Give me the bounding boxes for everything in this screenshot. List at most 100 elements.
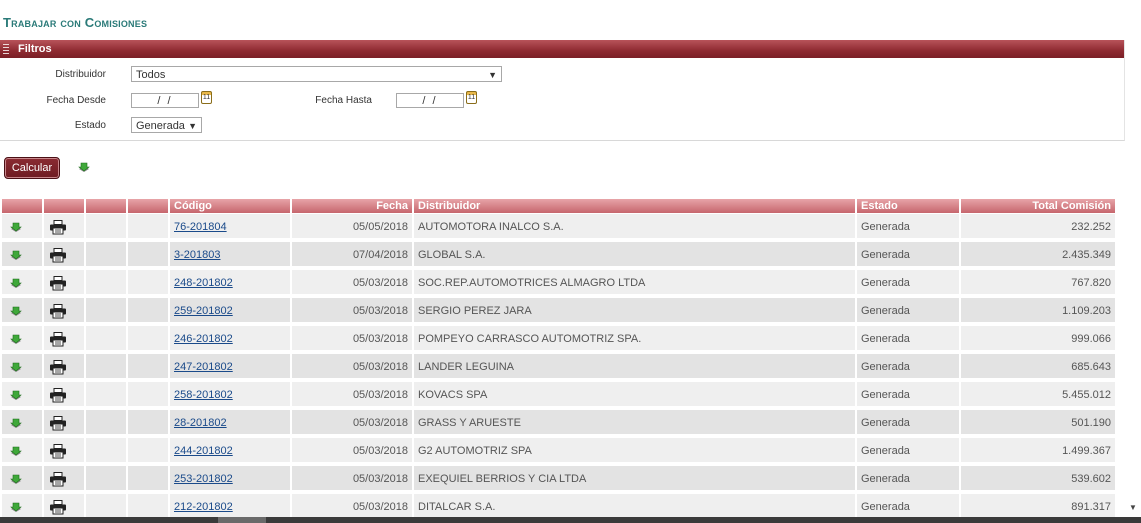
header-total-comision[interactable]: Total Comisión xyxy=(961,199,1117,213)
scroll-down-icon[interactable]: ▼ xyxy=(1129,503,1137,512)
print-cell xyxy=(44,382,86,408)
export-cell xyxy=(2,410,44,436)
header-codigo[interactable]: Código xyxy=(170,199,292,213)
codigo-link[interactable]: 246-201802 xyxy=(174,333,233,345)
calcular-button[interactable]: Calcular xyxy=(4,157,60,179)
estado-label: Estado xyxy=(74,120,106,131)
codigo-cell: 248-201802 xyxy=(170,270,292,296)
codigo-link[interactable]: 212-201802 xyxy=(174,501,233,513)
excel-export-icon[interactable] xyxy=(9,500,23,514)
total-comision-cell: 501.190 xyxy=(961,410,1117,436)
excel-export-icon[interactable] xyxy=(9,220,23,234)
empty-cell xyxy=(86,214,128,240)
export-cell xyxy=(2,298,44,324)
estado-cell: Generada xyxy=(857,298,961,324)
codigo-link[interactable]: 3-201803 xyxy=(174,249,221,261)
codigo-link[interactable]: 76-201804 xyxy=(174,221,227,233)
print-cell xyxy=(44,466,86,492)
estado-cell: Generada xyxy=(857,354,961,380)
total-comision-cell: 1.499.367 xyxy=(961,438,1117,464)
empty-cell xyxy=(86,466,128,492)
printer-icon[interactable] xyxy=(49,416,67,431)
print-cell xyxy=(44,438,86,464)
scrollbar-thumb[interactable] xyxy=(218,517,266,523)
printer-icon[interactable] xyxy=(49,472,67,487)
printer-icon[interactable] xyxy=(49,388,67,403)
total-comision-cell: 2.435.349 xyxy=(961,242,1117,268)
calendar-icon[interactable]: 11 xyxy=(466,91,477,104)
printer-icon[interactable] xyxy=(49,444,67,459)
filter-panel-header[interactable]: Filtros xyxy=(0,40,1124,58)
header-fecha[interactable]: Fecha xyxy=(292,199,414,213)
distribuidor-cell: EXEQUIEL BERRIOS Y CIA LTDA xyxy=(414,466,857,492)
estado-cell: Generada xyxy=(857,270,961,296)
printer-icon[interactable] xyxy=(49,360,67,375)
header-cell xyxy=(44,199,86,213)
export-cell xyxy=(2,270,44,296)
printer-icon[interactable] xyxy=(49,248,67,263)
printer-icon[interactable] xyxy=(49,500,67,515)
estado-cell: Generada xyxy=(857,438,961,464)
estado-select[interactable]: Generada ▼ xyxy=(131,117,202,133)
calendar-icon[interactable]: 11 xyxy=(201,91,212,104)
total-comision-cell: 999.066 xyxy=(961,326,1117,352)
codigo-link[interactable]: 259-201802 xyxy=(174,305,233,317)
table-row: 3-201803 07/04/2018 GLOBAL S.A. Generada 2.4… xyxy=(2,242,1117,270)
total-comision-cell: 232.252 xyxy=(961,214,1117,240)
excel-export-icon[interactable] xyxy=(9,248,23,262)
codigo-link[interactable]: 258-201802 xyxy=(174,389,233,401)
empty-cell xyxy=(128,354,170,380)
codigo-link[interactable]: 253-201802 xyxy=(174,473,233,485)
printer-icon[interactable] xyxy=(49,276,67,291)
fecha-hasta-label: Fecha Hasta xyxy=(315,95,372,106)
printer-icon[interactable] xyxy=(49,220,67,235)
excel-export-icon[interactable] xyxy=(9,416,23,430)
codigo-link[interactable]: 248-201802 xyxy=(174,277,233,289)
codigo-cell: 259-201802 xyxy=(170,298,292,324)
fecha-cell: 05/03/2018 xyxy=(292,270,414,296)
fecha-cell: 05/03/2018 xyxy=(292,382,414,408)
printer-icon[interactable] xyxy=(49,304,67,319)
empty-cell xyxy=(128,214,170,240)
table-row: 253-201802 05/03/2018 EXEQUIEL BERRIOS Y C… xyxy=(2,466,1117,494)
excel-export-icon[interactable] xyxy=(9,360,23,374)
chevron-down-icon: ▼ xyxy=(488,70,497,80)
fecha-cell: 05/03/2018 xyxy=(292,410,414,436)
distribuidor-cell: KOVACS SPA xyxy=(414,382,857,408)
codigo-link[interactable]: 28-201802 xyxy=(174,417,227,429)
table-row: 247-201802 05/03/2018 LANDER LEGUINA Genera… xyxy=(2,354,1117,382)
empty-cell xyxy=(86,410,128,436)
empty-cell xyxy=(86,438,128,464)
fecha-cell: 05/03/2018 xyxy=(292,326,414,352)
fecha-desde-input[interactable]: / / xyxy=(131,93,199,108)
horizontal-scrollbar[interactable] xyxy=(0,517,1141,523)
excel-export-icon[interactable] xyxy=(9,332,23,346)
page-title: Trabajar con Comisiones xyxy=(3,15,148,30)
fecha-cell: 05/03/2018 xyxy=(292,438,414,464)
total-comision-cell: 767.820 xyxy=(961,270,1117,296)
export-cell xyxy=(2,466,44,492)
fecha-cell: 05/03/2018 xyxy=(292,466,414,492)
fecha-hasta-input[interactable]: / / xyxy=(396,93,464,108)
codigo-link[interactable]: 247-201802 xyxy=(174,361,233,373)
excel-export-icon[interactable] xyxy=(9,472,23,486)
print-cell xyxy=(44,410,86,436)
excel-export-icon[interactable] xyxy=(9,304,23,318)
distribuidor-select[interactable]: Todos ▼ xyxy=(131,66,502,82)
header-estado[interactable]: Estado xyxy=(857,199,961,213)
printer-icon[interactable] xyxy=(49,332,67,347)
excel-export-icon[interactable] xyxy=(9,276,23,290)
excel-export-icon[interactable] xyxy=(9,444,23,458)
excel-export-icon[interactable] xyxy=(9,388,23,402)
excel-export-icon[interactable] xyxy=(77,160,91,174)
estado-cell: Generada xyxy=(857,214,961,240)
header-distribuidor[interactable]: Distribuidor xyxy=(414,199,857,213)
table-row: 246-201802 05/03/2018 POMPEYO CARRASCO AUT… xyxy=(2,326,1117,354)
fecha-cell: 05/05/2018 xyxy=(292,214,414,240)
print-cell xyxy=(44,298,86,324)
export-cell xyxy=(2,438,44,464)
grip-icon xyxy=(3,44,9,54)
chevron-down-icon: ▼ xyxy=(188,121,197,131)
table-row: 76-201804 05/05/2018 AUTOMOTORA INALCO S.A… xyxy=(2,214,1117,242)
codigo-link[interactable]: 244-201802 xyxy=(174,445,233,457)
